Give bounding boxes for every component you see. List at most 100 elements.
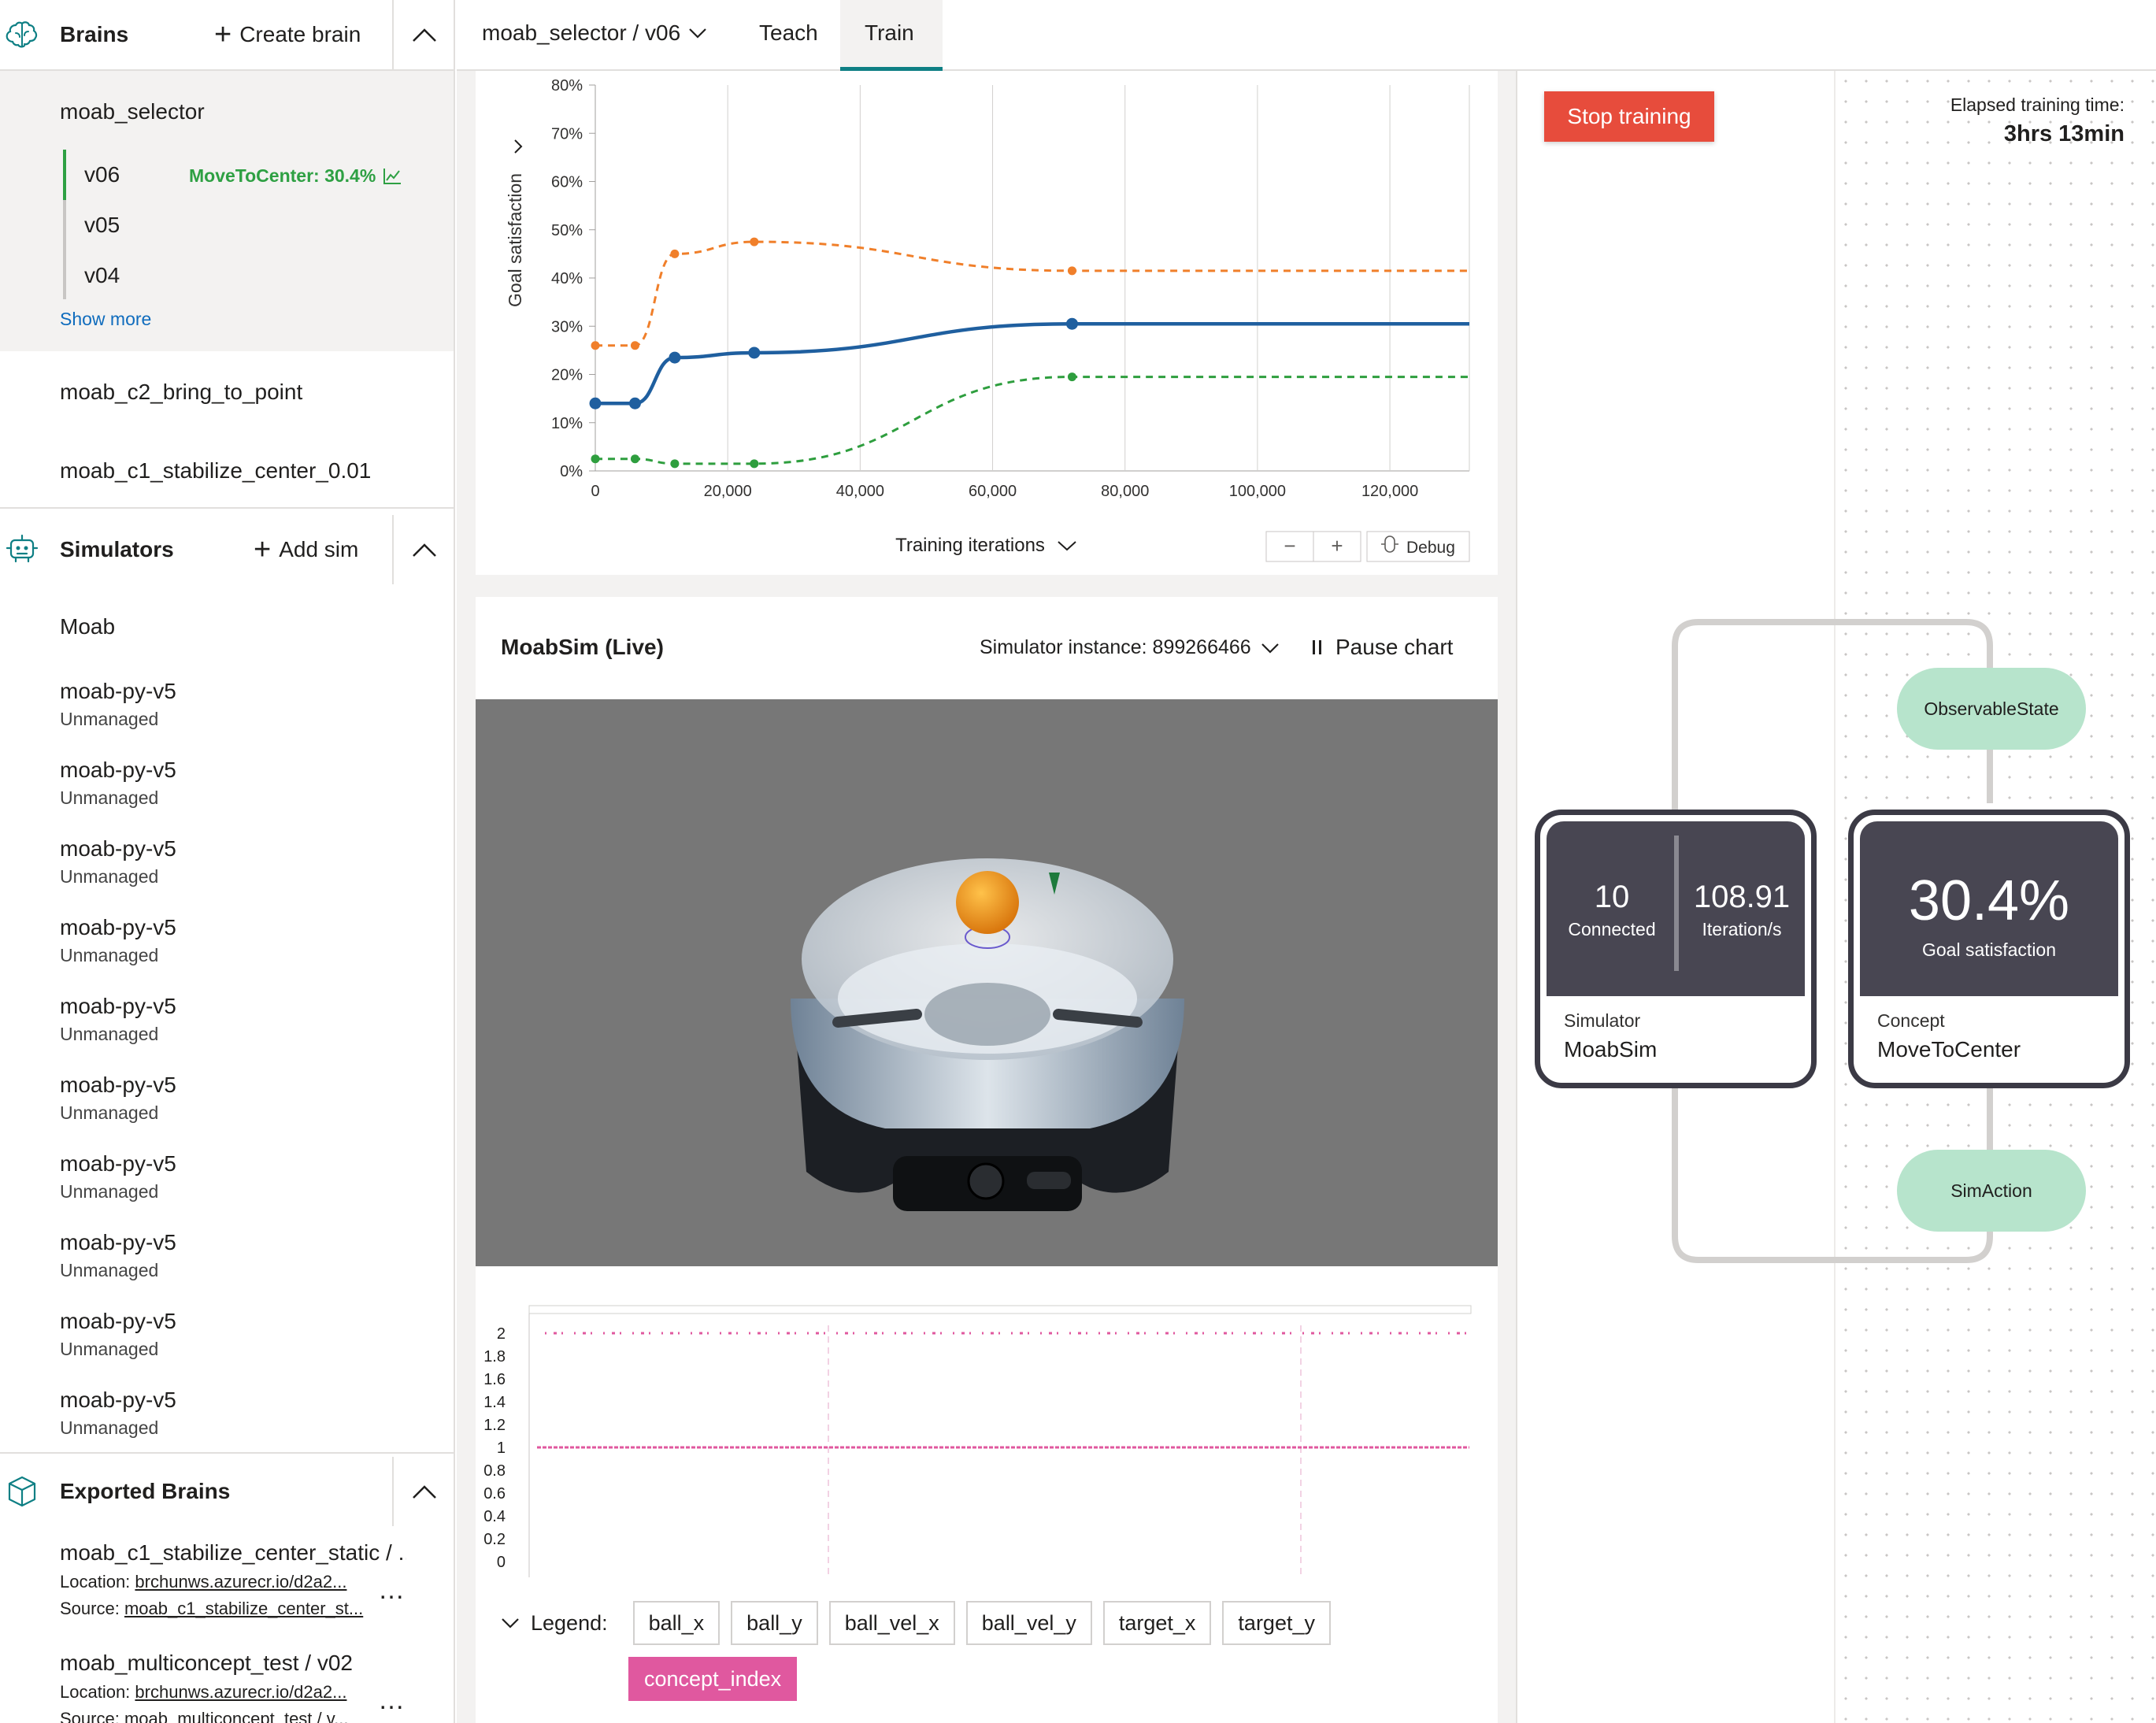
- location-link[interactable]: brchunws.azurecr.io/d2a2...: [135, 1682, 346, 1702]
- show-more-link[interactable]: Show more: [60, 309, 151, 330]
- legend-chip-target-y[interactable]: target_y: [1222, 1601, 1331, 1645]
- legend-chip-ball-vel-y[interactable]: ball_vel_y: [965, 1601, 1092, 1645]
- data-point[interactable]: [750, 237, 759, 246]
- moab-device-render: [791, 858, 1184, 1211]
- data-point[interactable]: [591, 341, 600, 350]
- data-point[interactable]: [1067, 372, 1076, 382]
- device-display: [1027, 1172, 1071, 1189]
- simulator-instance-dropdown[interactable]: Simulator instance: 899266466: [980, 636, 1280, 659]
- chevron-right-icon[interactable]: [514, 139, 523, 154]
- connected-label: Connected: [1568, 919, 1656, 939]
- concept-node[interactable]: 30.4% Goal satisfaction Concept MoveToCe…: [1848, 810, 2130, 1088]
- brain-item[interactable]: moab_c1_stabilize_center_0.01: [60, 458, 371, 484]
- simulator-item[interactable]: moab-py-v5 Unmanaged: [60, 1151, 176, 1202]
- y-tick-label: 30%: [551, 318, 583, 335]
- simulator-node[interactable]: 10 Connected 108.91 Iteration/s Simulato…: [1535, 810, 1817, 1088]
- data-point[interactable]: [630, 454, 639, 464]
- node-type: Concept: [1877, 1010, 1945, 1031]
- pause-chart-button[interactable]: Pause chart: [1312, 635, 1453, 660]
- x-tick-label: 20,000: [704, 483, 752, 500]
- simulator-item-moab[interactable]: Moab: [60, 614, 115, 639]
- y-tick-label: 1.4: [483, 1394, 506, 1411]
- simulator-item[interactable]: moab-py-v5 Unmanaged: [60, 758, 176, 809]
- simulator-name: moab-py-v5: [60, 1309, 176, 1333]
- data-point[interactable]: [589, 397, 602, 409]
- data-point[interactable]: [1065, 317, 1078, 330]
- simulator-item[interactable]: moab-py-v5 Unmanaged: [60, 1309, 176, 1360]
- x-axis-label[interactable]: Training iterations: [895, 535, 1045, 556]
- simulator-item[interactable]: moab-py-v5 Unmanaged: [60, 836, 176, 887]
- version-item-v04[interactable]: v04: [84, 263, 120, 288]
- data-point[interactable]: [591, 454, 600, 464]
- add-sim-button[interactable]: + Add sim: [254, 533, 358, 566]
- version-metric[interactable]: MoveToCenter: 30.4%: [189, 165, 402, 187]
- chart-top-border: [528, 1305, 1472, 1314]
- joystick: [967, 1162, 1005, 1200]
- y-tick-label: 0.2: [483, 1531, 506, 1548]
- node-type: Simulator: [1564, 1010, 1641, 1031]
- chevron-up-icon: [413, 1485, 436, 1499]
- collapse-brains-button[interactable]: [392, 0, 454, 69]
- legend-chip-ball-vel-x[interactable]: ball_vel_x: [828, 1601, 955, 1645]
- version-item-v06[interactable]: v06: [84, 162, 120, 187]
- exported-brain-item[interactable]: moab_multiconcept_test / v02 Location: b…: [60, 1651, 406, 1723]
- chevron-down-icon[interactable]: [1058, 541, 1076, 551]
- sim-action-node[interactable]: SimAction: [1897, 1150, 2086, 1232]
- version-item-v05[interactable]: v05: [84, 213, 120, 238]
- legend-chip-ball-y[interactable]: ball_y: [731, 1601, 818, 1645]
- brain-version-breadcrumb[interactable]: moab_selector / v06: [482, 20, 707, 46]
- simulator-status: Unmanaged: [60, 1417, 159, 1438]
- exported-brain-item[interactable]: moab_c1_stabilize_center_static / ... Lo…: [60, 1540, 406, 1619]
- data-point[interactable]: [630, 341, 639, 350]
- simulator-name: moab-py-v5: [60, 679, 176, 703]
- breadcrumb-label: moab_selector / v06: [482, 20, 681, 45]
- data-point[interactable]: [669, 351, 681, 364]
- simulator-item[interactable]: moab-py-v5 Unmanaged: [60, 1388, 176, 1439]
- source-link[interactable]: moab_multiconcept_test / v...: [124, 1709, 349, 1723]
- simulator-live-card: MoabSim (Live) Simulator instance: 89926…: [476, 597, 1498, 1723]
- data-point[interactable]: [628, 397, 641, 409]
- more-options-icon[interactable]: …: [378, 1685, 406, 1716]
- tab-teach[interactable]: Teach: [759, 20, 818, 46]
- version-active-indicator: [63, 150, 66, 200]
- simulator-name: moab-py-v5: [60, 1151, 176, 1176]
- data-point[interactable]: [670, 459, 680, 469]
- y-tick-label: 1.8: [483, 1348, 506, 1365]
- simulator-status: Unmanaged: [60, 1181, 159, 1202]
- simulator-item[interactable]: moab-py-v5 Unmanaged: [60, 994, 176, 1045]
- chevron-down-icon[interactable]: [501, 1617, 520, 1629]
- collapse-simulators-button[interactable]: [392, 515, 454, 584]
- brain-item-moab-selector[interactable]: moab_selector: [60, 99, 205, 124]
- more-options-icon[interactable]: …: [378, 1575, 406, 1606]
- brain-item[interactable]: moab_c2_bring_to_point: [60, 380, 302, 405]
- source-label: Source:: [60, 1599, 120, 1618]
- plus-icon: +: [254, 533, 272, 566]
- sim-instance-label: Simulator instance: 899266466: [980, 636, 1251, 658]
- legend-chip-concept-index[interactable]: concept_index: [628, 1657, 798, 1701]
- simulator-item[interactable]: moab-py-v5 Unmanaged: [60, 1230, 176, 1281]
- data-point[interactable]: [750, 459, 759, 469]
- chart-icon: [383, 168, 402, 184]
- tab-train[interactable]: Train: [865, 20, 914, 46]
- simulator-item[interactable]: moab-py-v5 Unmanaged: [60, 679, 176, 730]
- simulator-3d-viewport[interactable]: [476, 699, 1498, 1266]
- legend-chip-ball-x[interactable]: ball_x: [632, 1601, 721, 1645]
- observable-state-node[interactable]: ObservableState: [1897, 668, 2086, 750]
- y-tick-label: 60%: [551, 174, 583, 191]
- location-link[interactable]: brchunws.azurecr.io/d2a2...: [135, 1572, 346, 1591]
- zoom-in-label: +: [1331, 534, 1343, 558]
- simulator-item[interactable]: moab-py-v5 Unmanaged: [60, 1073, 176, 1124]
- collapse-exported-button[interactable]: [392, 1457, 454, 1526]
- data-point[interactable]: [1067, 266, 1076, 276]
- chevron-down-icon: [689, 28, 706, 39]
- source-link[interactable]: moab_c1_stabilize_center_st...: [124, 1599, 363, 1618]
- data-point[interactable]: [748, 346, 761, 359]
- node-name: MoabSim: [1564, 1037, 1658, 1062]
- y-tick-label: 80%: [551, 77, 583, 94]
- data-point[interactable]: [670, 249, 680, 258]
- create-brain-button[interactable]: + Create brain: [214, 20, 361, 50]
- simulator-item[interactable]: moab-py-v5 Unmanaged: [60, 915, 176, 966]
- source-label: Source:: [60, 1709, 120, 1723]
- connected-count: 10: [1594, 880, 1630, 914]
- legend-chip-target-x[interactable]: target_x: [1102, 1601, 1212, 1645]
